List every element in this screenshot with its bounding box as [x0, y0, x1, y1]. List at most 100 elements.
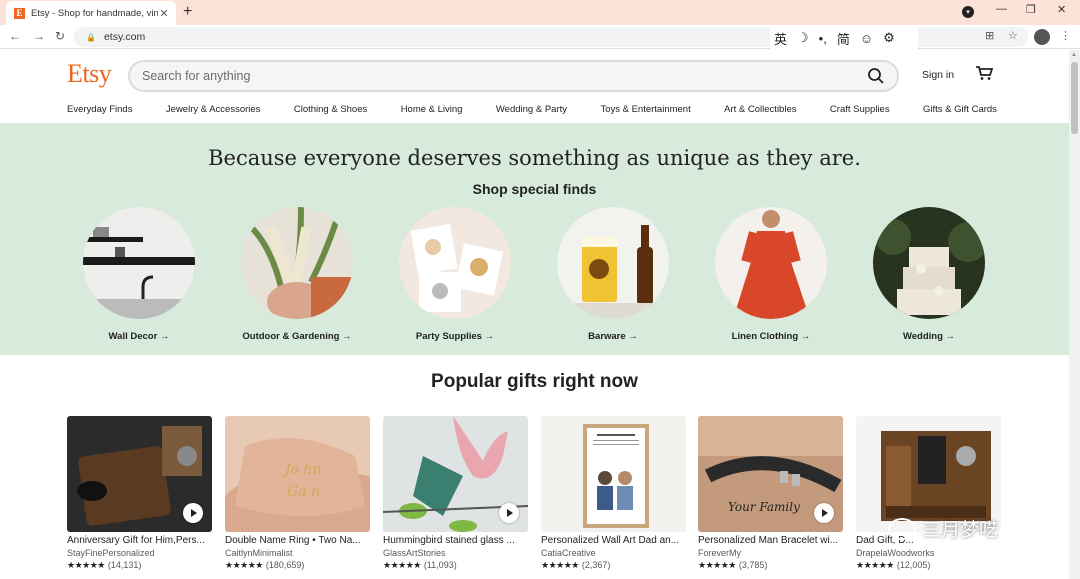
- barware-image[interactable]: [557, 207, 669, 319]
- product-title[interactable]: Personalized Man Bracelet wi...: [698, 535, 843, 546]
- product-rating: ★★★★★ (2,367): [541, 560, 686, 571]
- popular-gifts-heading: Popular gifts right now: [431, 371, 638, 392]
- outdoor-gardening-image[interactable]: [241, 207, 353, 319]
- category-everyday-finds[interactable]: Everyday Finds: [67, 104, 132, 115]
- search-placeholder: Search for anything: [142, 69, 251, 83]
- category-wedding[interactable]: Wedding & Party: [496, 104, 567, 115]
- ime-lang[interactable]: 英: [774, 29, 787, 48]
- svg-text:Jo hn: Jo hn: [282, 462, 322, 478]
- search-icon[interactable]: [867, 67, 885, 85]
- search-input[interactable]: Search for anything: [128, 60, 899, 92]
- party-supplies-image[interactable]: [399, 207, 511, 319]
- linen-clothing-image[interactable]: [715, 207, 827, 319]
- product-title[interactable]: Personalized Wall Art Dad an...: [541, 535, 686, 546]
- product-image[interactable]: [383, 416, 528, 532]
- wall-decor-image[interactable]: [83, 207, 195, 319]
- new-tab-icon[interactable]: +: [183, 3, 192, 21]
- review-count: (2,367): [581, 560, 611, 570]
- product-card[interactable]: Hummingbird stained glass ... GlassArtSt…: [383, 416, 528, 571]
- ime-emoji-icon[interactable]: ☺: [860, 31, 873, 46]
- product-rating: ★★★★★ (3,785): [698, 560, 843, 571]
- back-icon[interactable]: ←: [9, 29, 21, 43]
- scroll-up-icon[interactable]: ▲: [1071, 52, 1077, 58]
- close-window-icon[interactable]: ✕: [1057, 3, 1066, 16]
- page-scrollbar[interactable]: ▲: [1069, 50, 1080, 579]
- sign-in-button[interactable]: Sign in: [922, 69, 954, 81]
- minimize-icon[interactable]: —: [996, 3, 1007, 15]
- maximize-icon[interactable]: ❐: [1026, 3, 1036, 16]
- category-gifts[interactable]: Gifts & Gift Cards: [923, 104, 997, 115]
- shop-name[interactable]: StayFinePersonalized: [67, 548, 212, 558]
- watermark: 三月梦呓: [888, 515, 998, 542]
- category-craft[interactable]: Craft Supplies: [830, 104, 890, 115]
- product-card[interactable]: Anniversary Gift for Him,Pers... StayFin…: [67, 416, 212, 571]
- shop-name[interactable]: CaitlynMinimalist: [225, 548, 370, 558]
- cart-icon[interactable]: [975, 65, 993, 81]
- star-rating-icon: ★★★★★: [383, 560, 421, 570]
- category-art[interactable]: Art & Collectibles: [724, 104, 796, 115]
- ime-simplified[interactable]: 简: [837, 29, 850, 48]
- svg-text:Your Family: Your Family: [728, 500, 800, 514]
- linen-clothing-link[interactable]: Linen Clothing →: [701, 331, 841, 342]
- star-rating-icon: ★★★★★: [225, 560, 263, 570]
- browser-tabstrip: E Etsy - Shop for handmade, vin ✕ + ▾ — …: [0, 0, 1080, 25]
- product-title[interactable]: Hummingbird stained glass ...: [383, 535, 528, 546]
- product-card[interactable]: Your Family Personalized Man Bracelet wi…: [698, 416, 843, 571]
- reload-icon[interactable]: ↻: [55, 29, 65, 43]
- play-video-icon[interactable]: [814, 503, 834, 523]
- scrollbar-thumb[interactable]: [1071, 62, 1078, 134]
- url-text: etsy.com: [103, 31, 146, 43]
- star-rating-icon: ★★★★★: [698, 560, 736, 570]
- product-card[interactable]: Personalized Wall Art Dad an... CatiaCre…: [541, 416, 686, 571]
- ime-punct[interactable]: •,: [819, 31, 827, 46]
- etsy-logo[interactable]: Etsy: [67, 59, 112, 89]
- shop-name[interactable]: DrapelaWoodworks: [856, 548, 1001, 558]
- ime-settings-icon[interactable]: ⚙: [883, 30, 895, 46]
- translate-icon[interactable]: ⊞: [985, 29, 994, 42]
- shop-name[interactable]: CatiaCreative: [541, 548, 686, 558]
- arrow-right-icon: →: [800, 331, 811, 342]
- category-toys[interactable]: Toys & Entertainment: [600, 104, 690, 115]
- bookmark-star-icon[interactable]: ☆: [1008, 29, 1018, 42]
- party-supplies-link[interactable]: Party Supplies →: [385, 331, 525, 342]
- review-count: (11,093): [423, 560, 457, 570]
- product-card[interactable]: Dad Gift, D... DrapelaWoodworks ★★★★★ (12…: [856, 416, 1001, 571]
- profile-avatar[interactable]: [1034, 29, 1050, 45]
- tab-title: Etsy - Shop for handmade, vin: [31, 7, 158, 19]
- category-jewelry[interactable]: Jewelry & Accessories: [166, 104, 261, 115]
- product-rating: ★★★★★ (14,131): [67, 560, 212, 571]
- product-image[interactable]: [67, 416, 212, 532]
- shop-name[interactable]: ForeverMy: [698, 548, 843, 558]
- menu-icon[interactable]: ⋮: [1060, 29, 1071, 42]
- wall-decor-link[interactable]: Wall Decor →: [69, 331, 209, 342]
- browser-tab[interactable]: E Etsy - Shop for handmade, vin ✕: [6, 1, 176, 25]
- wedding-link[interactable]: Wedding →: [859, 331, 999, 342]
- ime-toolbar: 英 ☽ •, 简 ☺ ⚙: [770, 27, 918, 49]
- product-card[interactable]: Jo hn Ga n Double Name Ring • Two Na... C…: [225, 416, 370, 571]
- barware-link[interactable]: Barware →: [543, 331, 683, 342]
- wechat-logo-icon: [888, 517, 916, 540]
- product-rating: ★★★★★ (180,659): [225, 560, 370, 571]
- product-image[interactable]: [541, 416, 686, 532]
- review-count: (12,005): [896, 560, 931, 570]
- play-video-icon[interactable]: [499, 503, 519, 523]
- shop-name[interactable]: GlassArtStories: [383, 548, 528, 558]
- wedding-image[interactable]: [873, 207, 985, 319]
- ime-moon-icon[interactable]: ☽: [797, 30, 809, 46]
- svg-text:Ga n: Ga n: [287, 484, 320, 500]
- category-clothing[interactable]: Clothing & Shoes: [294, 104, 367, 115]
- hero-title: Because everyone deserves something as u…: [208, 146, 861, 170]
- product-image[interactable]: Your Family: [698, 416, 843, 532]
- product-image[interactable]: Jo hn Ga n: [225, 416, 370, 532]
- product-title[interactable]: Anniversary Gift for Him,Pers...: [67, 535, 212, 546]
- play-video-icon[interactable]: [183, 503, 203, 523]
- outdoor-gardening-link[interactable]: Outdoor & Gardening →: [227, 331, 367, 342]
- forward-icon[interactable]: →: [33, 29, 45, 43]
- review-count: (180,659): [265, 560, 305, 570]
- arrow-right-icon: →: [484, 331, 495, 342]
- product-title[interactable]: Double Name Ring • Two Na...: [225, 535, 370, 546]
- category-home[interactable]: Home & Living: [401, 104, 463, 115]
- star-rating-icon: ★★★★★: [67, 560, 105, 570]
- close-tab-icon[interactable]: ✕: [158, 7, 170, 20]
- tab-search-icon[interactable]: ▾: [962, 6, 974, 18]
